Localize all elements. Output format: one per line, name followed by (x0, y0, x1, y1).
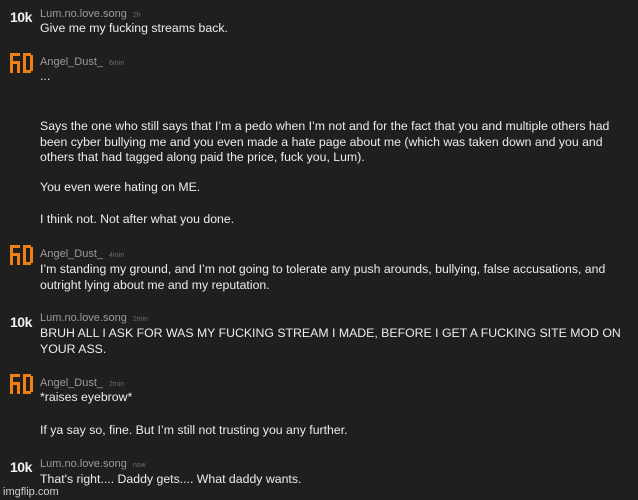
comment-body: ... (40, 69, 630, 85)
comment-text: I’m standing my ground, and I’m not goin… (40, 262, 606, 292)
comment-timestamp: 6min (109, 60, 125, 67)
comment-text: If ya say so, fine. But I’m still not tr… (40, 423, 348, 437)
comment-text: *raises eyebrow* (40, 390, 133, 404)
comment-text: You even were hating on ME. (40, 180, 201, 194)
comment-body: I think not. Not after what you done. (40, 212, 630, 228)
user-avatar[interactable]: 10k (10, 458, 36, 480)
comment-timestamp: 2min (132, 316, 149, 323)
user-avatar[interactable]: 10k (10, 313, 36, 335)
comment-header: Angel_Dust_ 4min (40, 247, 124, 263)
username-link[interactable]: Lum.no.love.song (40, 312, 127, 324)
comment-body: That's right.... Daddy gets.... What dad… (40, 472, 630, 488)
comment-body: Says the one who still says that I’m a p… (40, 119, 630, 166)
comment-body: Give me my fucking streams back. (40, 21, 630, 37)
username-link[interactable]: Angel_Dust_ (40, 248, 103, 260)
angel-dust-avatar-icon[interactable] (10, 52, 34, 74)
comment-timestamp: 2min (109, 381, 125, 388)
username-link[interactable]: Angel_Dust_ (40, 377, 103, 389)
comment-text: Give me my fucking streams back. (40, 21, 228, 35)
username-link[interactable]: Lum.no.love.song (40, 8, 127, 20)
comment-body: If ya say so, fine. But I’m still not tr… (40, 423, 630, 439)
username-link[interactable]: Angel_Dust_ (40, 56, 103, 68)
comment-body: I’m standing my ground, and I’m not goin… (40, 262, 630, 293)
username-link[interactable]: Lum.no.love.song (40, 458, 127, 470)
comment-body: BRUH ALL I ASK FOR WAS MY FUCKING STREAM… (40, 326, 630, 357)
comment-timestamp: 2h (132, 12, 141, 19)
comment-header: Lum.no.love.song 2min (40, 311, 148, 327)
comment-timestamp: 4min (109, 252, 125, 259)
comment-body: *raises eyebrow* (40, 390, 630, 406)
comment-text: That's right.... Daddy gets.... What dad… (40, 472, 302, 486)
angel-dust-avatar-icon[interactable] (10, 244, 34, 266)
comment-text: BRUH ALL I ASK FOR WAS MY FUCKING STREAM… (40, 326, 621, 356)
watermark: imgflip.com (3, 486, 59, 498)
comment-text: ... (40, 69, 51, 83)
comment-timestamp: now (132, 462, 146, 469)
comment-body: You even were hating on ME. (40, 180, 630, 196)
comment-header: Lum.no.love.song now (40, 457, 146, 473)
comment-text: I think not. Not after what you done. (40, 212, 235, 226)
user-avatar[interactable]: 10k (10, 8, 36, 30)
comment-text: Says the one who still says that I’m a p… (40, 119, 610, 164)
angel-dust-avatar-icon[interactable] (10, 373, 34, 395)
